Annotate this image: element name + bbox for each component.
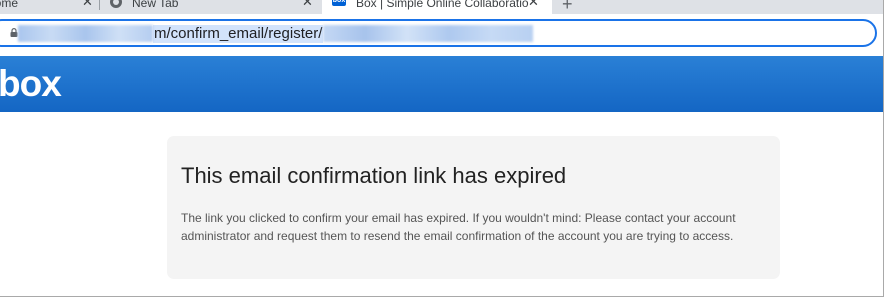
chrome-icon [110, 0, 122, 8]
redacted-token [323, 25, 534, 42]
browser-window: Home ✕ New Tab ✕ box Box | Simple Online… [0, 0, 884, 297]
close-icon[interactable]: ✕ [82, 0, 93, 10]
tab-new-tab[interactable]: New Tab ✕ [106, 0, 318, 14]
box-favicon-icon: box [332, 0, 346, 6]
url-text[interactable]: m/confirm_email/register/ [18, 25, 534, 43]
tab-box[interactable]: box Box | Simple Online Collaboratio ✕ [322, 0, 552, 14]
message-card: This email confirmation link has expired… [167, 136, 780, 279]
tab-separator [99, 0, 100, 10]
tab-label: New Tab [132, 0, 179, 10]
message-body: The link you clicked to confirm your ema… [181, 211, 736, 243]
redacted-domain [18, 25, 153, 42]
page-title: This email confirmation link has expired [181, 163, 567, 188]
tab-label: Box | Simple Online Collaboratio [356, 0, 529, 10]
address-bar[interactable]: m/confirm_email/register/ [0, 19, 877, 47]
close-icon[interactable]: ✕ [528, 0, 539, 10]
url-path: m/confirm_email/register/ [153, 25, 324, 43]
tab-home[interactable]: Home ✕ [0, 0, 93, 14]
new-tab-button[interactable]: + [562, 0, 573, 14]
close-icon[interactable]: ✕ [302, 0, 313, 10]
lock-icon[interactable] [10, 28, 18, 37]
box-logo[interactable]: box [0, 65, 62, 102]
browser-toolbar: m/confirm_email/register/ [0, 14, 883, 54]
tab-label: Home [0, 0, 19, 10]
tab-strip: Home ✕ New Tab ✕ box Box | Simple Online… [0, 0, 883, 14]
site-header: box [0, 56, 883, 112]
